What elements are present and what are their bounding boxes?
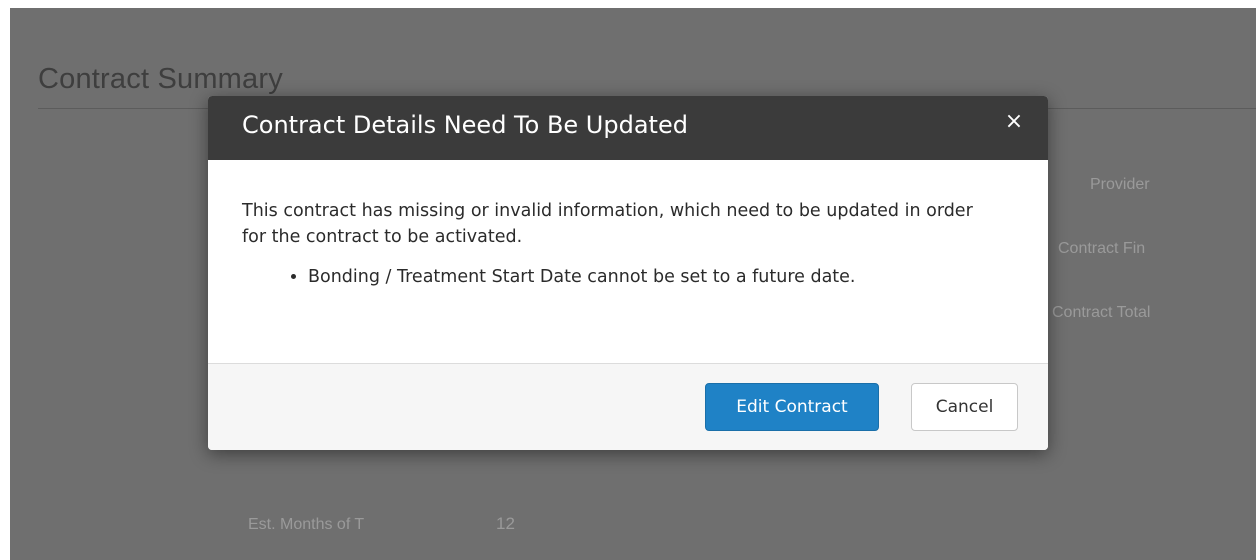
modal-footer: Edit Contract Cancel xyxy=(208,363,1048,450)
issue-list: Bonding / Treatment Start Date cannot be… xyxy=(242,264,1014,290)
provider-label: Provider xyxy=(1090,176,1150,193)
cancel-button[interactable]: Cancel xyxy=(911,383,1018,431)
edit-contract-button[interactable]: Edit Contract xyxy=(705,383,879,431)
est-months-value: 12 xyxy=(496,514,515,533)
page: Contract Summary Provider Contract Fin C… xyxy=(0,0,1256,560)
modal-title: Contract Details Need To Be Updated xyxy=(242,111,688,139)
close-icon[interactable]: × xyxy=(1000,108,1028,136)
contract-update-modal: Contract Details Need To Be Updated × Th… xyxy=(208,96,1048,450)
section-title: Contract Summary xyxy=(38,63,283,95)
contract-total-label: Contract Total xyxy=(1052,304,1151,321)
est-months-label: Est. Months of T xyxy=(248,516,365,533)
modal-message: This contract has missing or invalid inf… xyxy=(242,201,973,247)
modal-body: This contract has missing or invalid inf… xyxy=(208,160,1048,327)
contract-fin-label: Contract Fin xyxy=(1058,240,1146,257)
modal-header: Contract Details Need To Be Updated × xyxy=(208,96,1048,160)
issue-item: Bonding / Treatment Start Date cannot be… xyxy=(308,264,1014,290)
